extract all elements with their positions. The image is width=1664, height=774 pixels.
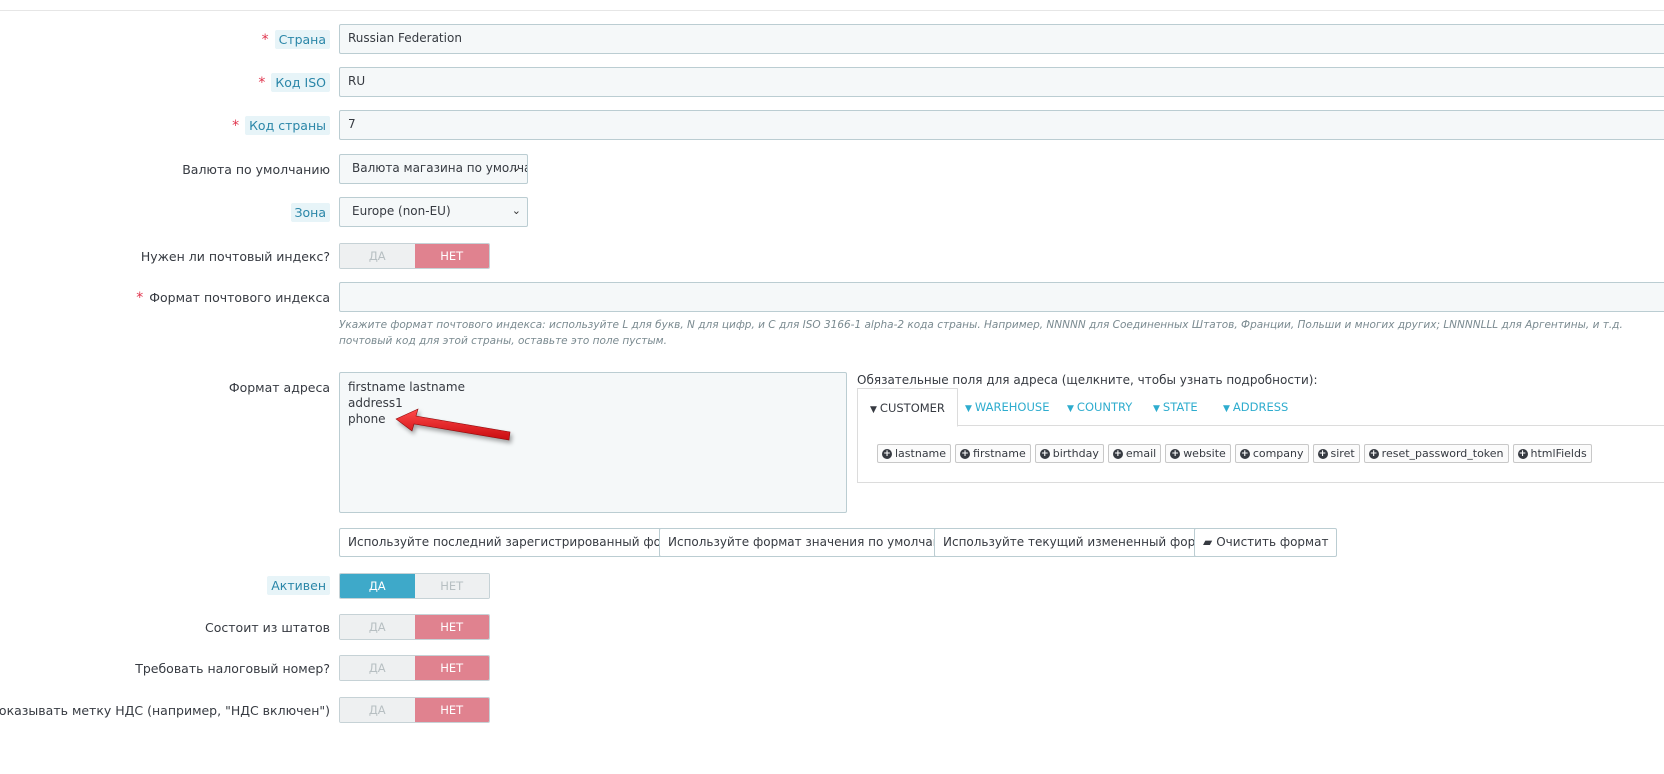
required-star: * — [258, 75, 266, 91]
plus-circle-icon: + — [960, 448, 971, 459]
tab-customer[interactable]: ▼ CUSTOMER — [857, 388, 958, 427]
switch-yes[interactable]: ДА — [340, 656, 415, 680]
zone-select[interactable]: Europe (non-EU) ⌄ — [339, 197, 528, 227]
field-chip[interactable]: + website — [1165, 444, 1231, 463]
clear-format-button[interactable]: ▰ Очистить формат — [1194, 528, 1338, 557]
plus-circle-icon: + — [1170, 448, 1181, 459]
zip-format-input[interactable] — [339, 282, 1664, 312]
field-chip[interactable]: + company — [1234, 444, 1309, 463]
tab-address[interactable]: ▼ ADDRESS — [1211, 388, 1300, 426]
field-chip[interactable]: + htmlFields — [1512, 444, 1592, 463]
contains-states-label: Состоит из штатов — [205, 620, 330, 635]
display-tax-label-switch[interactable]: ДА НЕТ — [339, 697, 490, 723]
caret-down-icon: ▼ — [965, 404, 972, 414]
use-current-format-button[interactable]: Используйте текущий измененный формат — [934, 528, 1228, 557]
plus-circle-icon: + — [1112, 448, 1123, 459]
caret-down-icon: ▼ — [870, 405, 877, 415]
iso-code-input[interactable]: RU — [339, 67, 1664, 97]
caret-down-icon: ▼ — [1067, 404, 1074, 414]
required-star: * — [232, 118, 240, 134]
call-prefix-input[interactable]: 7 — [339, 110, 1664, 140]
currency-select[interactable]: Валюта магазина по умолча ⌄ — [339, 154, 528, 184]
switch-yes[interactable]: ДА — [340, 244, 415, 268]
call-prefix-label: * Код страны — [232, 116, 330, 135]
switch-no[interactable]: НЕТ — [414, 615, 489, 639]
top-divider — [0, 10, 1664, 11]
zip-required-label: Нужен ли почтовый индекс? — [140, 249, 330, 264]
field-chips: + lastname + firstname + birthday + email + w… — [877, 444, 1592, 463]
caret-down-icon: ▼ — [1153, 404, 1160, 414]
zip-format-label: * Формат почтового индекса — [136, 290, 330, 306]
field-chip[interactable]: + reset_password_token — [1363, 444, 1509, 463]
tab-warehouse[interactable]: ▼ WAREHOUSE — [953, 388, 1061, 426]
required-star: * — [261, 32, 269, 48]
field-chip[interactable]: + firstname — [955, 444, 1031, 463]
zip-format-help: Укажите формат почтового индекса: исполь… — [339, 319, 1623, 347]
field-chip[interactable]: + lastname — [877, 444, 952, 463]
field-chip[interactable]: + email — [1107, 444, 1162, 463]
plus-circle-icon: + — [882, 448, 892, 459]
plus-circle-icon: + — [1517, 448, 1528, 459]
switch-yes[interactable]: ДА — [340, 574, 415, 598]
contains-states-switch[interactable]: ДА НЕТ — [339, 614, 490, 640]
display-tax-label-label: Показывать метку НДС (например, "НДС вкл… — [0, 703, 330, 718]
tab-state[interactable]: ▼ STATE — [1141, 388, 1210, 426]
tab-country[interactable]: ▼ COUNTRY — [1055, 388, 1144, 426]
required-fields-tabs: ▼ CUSTOMER ▼ WAREHOUSE ▼ COUNTRY ▼ STATE ▼ AD… — [857, 388, 1664, 427]
switch-no[interactable]: НЕТ — [414, 698, 489, 722]
switch-no[interactable]: НЕТ — [414, 574, 489, 598]
required-star: * — [136, 290, 144, 306]
caret-down-icon: ▼ — [1223, 404, 1230, 414]
address-format-label: Формат адреса — [228, 380, 330, 395]
switch-no[interactable]: НЕТ — [414, 244, 489, 268]
field-chip[interactable]: + siret — [1312, 444, 1360, 463]
red-arrow-annotation — [395, 408, 511, 441]
currency-label: Валюта по умолчанию — [182, 162, 330, 177]
use-last-format-button[interactable]: Используйте последний зарегистрированный… — [339, 528, 701, 557]
active-switch[interactable]: ДА НЕТ — [339, 573, 490, 599]
switch-no[interactable]: НЕТ — [414, 656, 489, 680]
iso-code-label: * Код ISO — [258, 73, 330, 92]
plus-circle-icon: + — [1317, 448, 1328, 459]
country-name-input[interactable]: Russian Federation — [339, 24, 1664, 54]
zip-required-switch[interactable]: ДА НЕТ — [339, 243, 490, 269]
plus-circle-icon: + — [1239, 448, 1250, 459]
plus-circle-icon: + — [1039, 448, 1050, 459]
need-tax-id-label: Требовать налоговый номер? — [135, 661, 330, 676]
chevron-down-icon: ⌄ — [511, 161, 521, 174]
need-tax-id-switch[interactable]: ДА НЕТ — [339, 655, 490, 681]
required-fields-title: Обязательные поля для адреса (щелкните, … — [857, 373, 1318, 387]
switch-yes[interactable]: ДА — [340, 698, 415, 722]
plus-circle-icon: + — [1368, 448, 1379, 459]
eraser-icon: ▰ — [1203, 535, 1213, 549]
zone-label: Зона — [290, 203, 330, 222]
switch-yes[interactable]: ДА — [340, 615, 415, 639]
active-label: Активен — [267, 576, 330, 595]
use-default-format-button[interactable]: Используйте формат значения по умолчанию — [659, 528, 968, 557]
country-label: * Страна — [261, 30, 330, 49]
chevron-down-icon: ⌄ — [511, 204, 521, 217]
field-chip[interactable]: + birthday — [1034, 444, 1104, 463]
